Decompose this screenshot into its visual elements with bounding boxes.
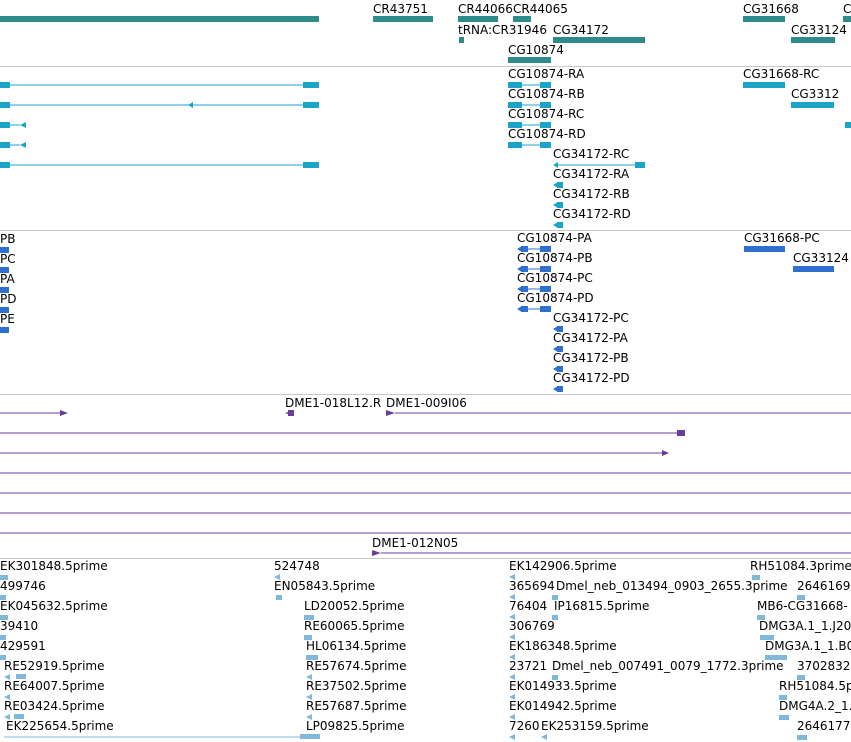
transcript-label[interactable]: CG10874-RA bbox=[508, 67, 584, 81]
transcript-label[interactable]: CG10874-RB bbox=[508, 87, 585, 101]
gene-glyph[interactable] bbox=[373, 16, 433, 22]
protein-label[interactable]: CG34172-PA bbox=[553, 331, 628, 345]
protein-label[interactable]: CG10874-PC bbox=[517, 271, 593, 285]
protein-glyphs[interactable] bbox=[0, 231, 851, 394]
gene-glyph[interactable] bbox=[458, 16, 498, 22]
gene-label-cr43751[interactable]: CR43751 bbox=[373, 2, 428, 16]
gene-label-cg10874[interactable]: CG10874 bbox=[508, 43, 564, 57]
protein-label[interactable]: PE bbox=[0, 312, 15, 326]
protein-label[interactable]: PA bbox=[0, 272, 15, 286]
est-label[interactable]: EK253159.5prime bbox=[541, 719, 649, 733]
est-label[interactable]: RE57687.5prime bbox=[306, 699, 407, 713]
est-label[interactable]: LP09825.5prime bbox=[306, 719, 405, 733]
est-label[interactable]: EK014942.5prime bbox=[509, 699, 617, 713]
est-label[interactable]: EK142906.5prime bbox=[509, 559, 617, 573]
est-label[interactable]: Dmel_neb_013494_0903_2655.3prime bbox=[556, 579, 788, 593]
gene-glyph[interactable] bbox=[508, 57, 551, 63]
est-label[interactable]: RE64007.5prime bbox=[4, 679, 105, 693]
proteins-track: PB PC PA PD PE CG10874-PA CG10874-PB CG1… bbox=[0, 231, 851, 394]
est-label[interactable]: EK186348.5prime bbox=[509, 639, 617, 653]
ests-track: EK301848.5prime 499746 EK045632.5prime 3… bbox=[0, 559, 851, 742]
est-label[interactable]: DMG3A.1_1.J20 bbox=[759, 619, 851, 633]
gene-label-truncated[interactable]: C bbox=[843, 2, 851, 16]
protein-label[interactable]: CG34172-PB bbox=[553, 351, 629, 365]
genes-track: CR43751 CR44066 CR44065 tRNA:CR31946 CG3… bbox=[0, 0, 851, 66]
est-label[interactable]: 2646177 bbox=[797, 719, 850, 733]
transcripts-track: CG10874-RA CG10874-RB CG10874-RC CG10874… bbox=[0, 67, 851, 230]
gene-glyph[interactable] bbox=[459, 37, 464, 43]
transcript-label[interactable]: CG34172-RB bbox=[553, 187, 630, 201]
est-label[interactable]: EK225654.5prime bbox=[6, 719, 114, 733]
clone-label[interactable]: DME1-009I06 bbox=[386, 396, 467, 410]
est-label[interactable]: RH51084.5prime bbox=[779, 679, 851, 693]
est-label[interactable]: 429591 bbox=[0, 639, 46, 653]
est-label[interactable]: EN05843.5prime bbox=[274, 579, 375, 593]
est-label[interactable]: HL06134.5prime bbox=[306, 639, 406, 653]
est-label[interactable]: DMG4A.2_1. bbox=[779, 699, 851, 713]
est-label[interactable]: MB6-CG31668- bbox=[757, 599, 848, 613]
protein-label[interactable]: CG31668-PC bbox=[744, 231, 820, 245]
est-label[interactable]: RE37502.5prime bbox=[306, 679, 407, 693]
transcript-glyphs[interactable] bbox=[0, 67, 851, 230]
gene-glyph[interactable] bbox=[843, 16, 851, 22]
transcript-label[interactable]: CG34172-RD bbox=[553, 207, 631, 221]
gene-label-cg31668[interactable]: CG31668 bbox=[743, 2, 799, 16]
protein-label[interactable]: CG10874-PA bbox=[517, 231, 592, 245]
est-label[interactable]: 76404 bbox=[509, 599, 547, 613]
est-label[interactable]: 23721 bbox=[509, 659, 547, 673]
est-label[interactable]: IP16815.5prime bbox=[554, 599, 649, 613]
transcript-label[interactable]: CG34172-RA bbox=[553, 167, 629, 181]
gene-glyph[interactable] bbox=[513, 16, 531, 22]
transcript-label[interactable]: CG31668-RC bbox=[743, 67, 819, 81]
gene-label-cg34172[interactable]: CG34172 bbox=[553, 23, 609, 37]
protein-label[interactable]: PD bbox=[0, 292, 16, 306]
protein-label[interactable]: CG34172-PC bbox=[553, 311, 629, 325]
protein-label[interactable]: CG10874-PD bbox=[517, 291, 594, 305]
clones-track: DME1-018L12.R DME1-009I06 DME1-012N05 bbox=[0, 395, 851, 558]
clone-label[interactable]: DME1-018L12.R bbox=[285, 396, 381, 410]
est-label[interactable]: 306769 bbox=[509, 619, 555, 633]
gene-label-cr44065[interactable]: CR44065 bbox=[513, 2, 568, 16]
est-label[interactable]: 3702832 bbox=[797, 659, 850, 673]
transcript-label[interactable]: CG10874-RC bbox=[508, 107, 584, 121]
est-label[interactable]: RE57674.5prime bbox=[306, 659, 407, 673]
protein-label[interactable]: CG33124 bbox=[793, 251, 849, 265]
est-label[interactable]: 524748 bbox=[274, 559, 320, 573]
est-label[interactable]: RE52919.5prime bbox=[4, 659, 105, 673]
gene-label-cg33124[interactable]: CG33124 bbox=[791, 23, 847, 37]
est-label[interactable]: 365694 bbox=[509, 579, 555, 593]
est-label[interactable]: 7260 bbox=[509, 719, 540, 733]
est-label[interactable]: Dmel_neb_007491_0079_1772.3prime bbox=[552, 659, 784, 673]
est-label[interactable]: LD20052.5prime bbox=[304, 599, 405, 613]
genome-browser-viewport[interactable]: CR43751 CR44066 CR44065 tRNA:CR31946 CG3… bbox=[0, 0, 851, 742]
gene-glyph[interactable] bbox=[743, 16, 785, 22]
est-label[interactable]: 2646169 bbox=[797, 579, 850, 593]
est-label[interactable]: RE60065.5prime bbox=[304, 619, 405, 633]
est-label[interactable]: EK014933.5prime bbox=[509, 679, 617, 693]
clone-label[interactable]: DME1-012N05 bbox=[372, 536, 458, 550]
gene-glyph[interactable] bbox=[791, 37, 835, 43]
est-label[interactable]: EK045632.5prime bbox=[0, 599, 108, 613]
protein-label[interactable]: CG34172-PD bbox=[553, 371, 630, 385]
transcript-label[interactable]: CG3312 bbox=[791, 87, 839, 101]
est-label[interactable]: RH51084.3prime bbox=[750, 559, 851, 573]
protein-label[interactable]: CG10874-PB bbox=[517, 251, 593, 265]
est-label[interactable]: DMG3A.1_1.B0 bbox=[765, 639, 851, 653]
gene-glyph[interactable] bbox=[553, 37, 645, 43]
est-label[interactable]: 499746 bbox=[0, 579, 46, 593]
protein-label[interactable]: PB bbox=[0, 232, 15, 246]
gene-label-cr44066[interactable]: CR44066 bbox=[458, 2, 513, 16]
transcript-label[interactable]: CG34172-RC bbox=[553, 147, 629, 161]
est-label[interactable]: 39410 bbox=[0, 619, 38, 633]
transcript-label[interactable]: CG10874-RD bbox=[508, 127, 586, 141]
gene-glyph[interactable] bbox=[0, 16, 319, 22]
gene-label-trna-cr31946[interactable]: tRNA:CR31946 bbox=[458, 23, 547, 37]
est-label[interactable]: EK301848.5prime bbox=[0, 559, 108, 573]
protein-label[interactable]: PC bbox=[0, 252, 16, 266]
est-label[interactable]: RE03424.5prime bbox=[4, 699, 105, 713]
clone-glyphs[interactable] bbox=[0, 395, 851, 558]
